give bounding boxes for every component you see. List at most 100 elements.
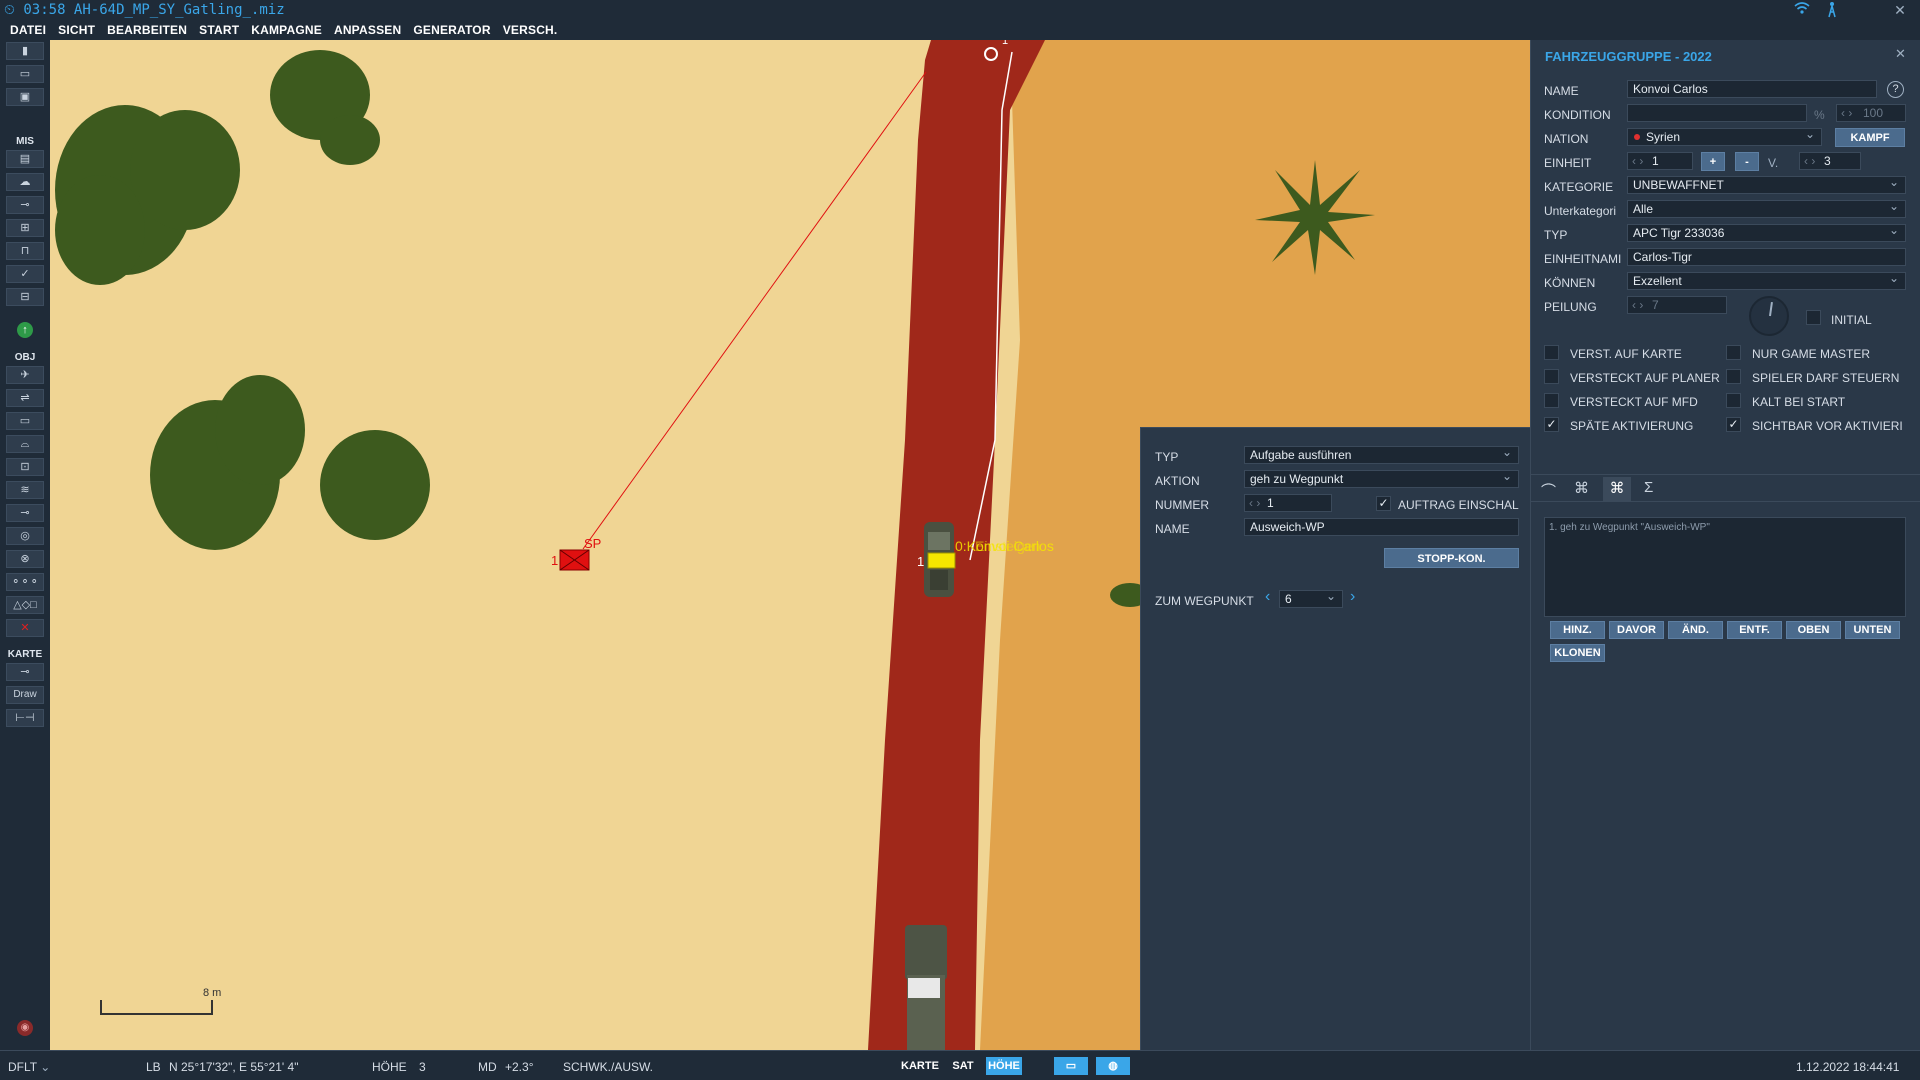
- group-zones-icon[interactable]: ⚬⚬⚬: [6, 573, 44, 591]
- save-icon[interactable]: ▣: [6, 88, 44, 106]
- panel-close-icon[interactable]: ✕: [1895, 46, 1906, 62]
- menu-start[interactable]: START: [193, 20, 245, 40]
- remove-unit-button[interactable]: -: [1735, 152, 1759, 171]
- record-icon[interactable]: ◉: [17, 1020, 33, 1036]
- globe-icon[interactable]: ◍: [1096, 1057, 1130, 1075]
- menu-anpassen[interactable]: ANPASSEN: [328, 20, 407, 40]
- task-name-input[interactable]: Ausweich-WP: [1244, 518, 1519, 536]
- spaete-aktivierung-checkbox[interactable]: ✓: [1544, 417, 1559, 432]
- ground-unit-icon[interactable]: ▭: [6, 412, 44, 430]
- stopp-kon-button[interactable]: STOPP-KON.: [1384, 548, 1519, 568]
- peilung-stepper[interactable]: ‹ › 7: [1627, 296, 1727, 314]
- menu-generator[interactable]: GENERATOR: [407, 20, 496, 40]
- menu-kampagne[interactable]: KAMPAGNE: [245, 20, 328, 40]
- new-file-icon[interactable]: ▮: [6, 42, 44, 60]
- menu-bearbeiten[interactable]: BEARBEITEN: [101, 20, 193, 40]
- heading-dial[interactable]: [1749, 296, 1789, 336]
- einheit-stepper[interactable]: ‹ › 1: [1627, 152, 1693, 170]
- helicopter-icon[interactable]: ⇌: [6, 389, 44, 407]
- verst-karte-checkbox[interactable]: [1544, 345, 1559, 360]
- briefing-icon[interactable]: ▤: [6, 150, 44, 168]
- target-icon[interactable]: ⊞: [6, 219, 44, 237]
- klonen-button[interactable]: KLONEN: [1550, 644, 1605, 662]
- wp-prev-icon[interactable]: ‹: [1265, 588, 1270, 606]
- antenna-icon[interactable]: [1820, 0, 1844, 20]
- aend-button[interactable]: ÄND.: [1668, 621, 1723, 639]
- unterkategorie-select[interactable]: Alle: [1627, 200, 1906, 218]
- tasks-tab-icon[interactable]: ⌘: [1603, 477, 1631, 501]
- stepper-arrows-icon[interactable]: ‹ ›: [1632, 153, 1643, 169]
- delete-icon[interactable]: ✕: [6, 619, 44, 637]
- stepper-arrows-icon[interactable]: ‹ ›: [1249, 495, 1260, 511]
- trigger-tab-icon[interactable]: ⌘: [1574, 479, 1589, 497]
- kondition-stepper[interactable]: ‹ › 100: [1836, 104, 1906, 122]
- unit-filter-icon[interactable]: ▭: [1054, 1057, 1088, 1075]
- shapes-icon[interactable]: △◇□: [6, 596, 44, 614]
- profile-select[interactable]: DFLT ⌄: [8, 1060, 50, 1074]
- airplane-icon[interactable]: ✈: [6, 366, 44, 384]
- task-typ-select[interactable]: Aufgabe ausführen: [1244, 446, 1519, 464]
- versteckt-mfd-checkbox[interactable]: [1544, 393, 1559, 408]
- initial-checkbox[interactable]: [1806, 310, 1821, 325]
- task-list-item[interactable]: 1. geh zu Wegpunkt "Ausweich-WP": [1545, 518, 1905, 537]
- typ-select[interactable]: APC Tigr 233036: [1627, 224, 1906, 242]
- map-hoehe-button[interactable]: HÖHE: [986, 1057, 1022, 1075]
- flight-plan-icon[interactable]: ⊸: [6, 196, 44, 214]
- menu-versch[interactable]: VERSCH.: [497, 20, 564, 40]
- draw-button[interactable]: Draw: [6, 686, 44, 704]
- unten-button[interactable]: UNTEN: [1845, 621, 1900, 639]
- menu-datei[interactable]: DATEI: [4, 20, 52, 40]
- von-stepper[interactable]: ‹ › 3: [1799, 152, 1861, 170]
- task-nummer-stepper[interactable]: ‹ › 1: [1244, 494, 1332, 512]
- triggers-icon[interactable]: ⊓: [6, 242, 44, 260]
- circle-zone-icon[interactable]: ◎: [6, 527, 44, 545]
- zum-wp-select[interactable]: 6: [1279, 590, 1343, 608]
- wp-next-icon[interactable]: ›: [1350, 588, 1355, 606]
- kondition-input[interactable]: [1627, 104, 1807, 122]
- sichtbar-vor-checkbox[interactable]: ✓: [1726, 417, 1741, 432]
- help-icon[interactable]: ?: [1887, 81, 1904, 98]
- task-aktion-select[interactable]: geh zu Wegpunkt: [1244, 470, 1519, 488]
- nur-game-master-checkbox[interactable]: [1726, 345, 1741, 360]
- stepper-arrows-icon[interactable]: ‹ ›: [1804, 153, 1815, 169]
- measure-icon[interactable]: ⊸: [6, 663, 44, 681]
- add-unit-button[interactable]: +: [1701, 152, 1725, 171]
- entf-button[interactable]: ENTF.: [1727, 621, 1782, 639]
- map-sat-button[interactable]: SAT: [946, 1057, 980, 1075]
- close-icon[interactable]: ✕: [1888, 0, 1912, 20]
- stepper-arrows-icon[interactable]: ‹ ›: [1841, 105, 1852, 121]
- check-icon[interactable]: ✓: [6, 265, 44, 283]
- koennen-select[interactable]: Exzellent: [1627, 272, 1906, 290]
- static-object-icon[interactable]: ⊡: [6, 458, 44, 476]
- waypoint-icon[interactable]: ⊸: [6, 504, 44, 522]
- menu-bar: DATEI SICHT BEARBEITEN START KAMPAGNE AN…: [0, 20, 1920, 40]
- spieler-steuern-checkbox[interactable]: [1726, 369, 1741, 384]
- arrow-up-icon[interactable]: ↑: [17, 322, 33, 338]
- weather-icon[interactable]: ☁: [6, 173, 44, 191]
- hinz-button[interactable]: HINZ.: [1550, 621, 1605, 639]
- kategorie-select[interactable]: UNBEWAFFNET: [1627, 176, 1906, 194]
- menu-sicht[interactable]: SICHT: [52, 20, 101, 40]
- versteckt-planer-checkbox[interactable]: [1544, 369, 1559, 384]
- nation-select[interactable]: Syrien: [1627, 128, 1822, 146]
- zones-icon[interactable]: ⊟: [6, 288, 44, 306]
- ship-icon[interactable]: ⌓: [6, 435, 44, 453]
- ruler-icon[interactable]: ⊢⊣: [6, 709, 44, 727]
- group-name-input[interactable]: Konvoi Carlos: [1627, 80, 1877, 98]
- map-karte-button[interactable]: KARTE: [900, 1057, 940, 1075]
- target-zone-icon[interactable]: ⊗: [6, 550, 44, 568]
- template-icon[interactable]: ≋: [6, 481, 44, 499]
- open-folder-icon[interactable]: ▭: [6, 65, 44, 83]
- kalt-start-checkbox[interactable]: [1726, 393, 1741, 408]
- sum-tab-icon[interactable]: Σ: [1644, 479, 1653, 496]
- unit-label-overlap: Einsteigen: [975, 538, 1040, 554]
- auftrag-checkbox[interactable]: ✓: [1376, 496, 1391, 511]
- einheitname-input[interactable]: Carlos-Tigr: [1627, 248, 1906, 266]
- oben-button[interactable]: OBEN: [1786, 621, 1841, 639]
- kampf-button[interactable]: KAMPF: [1835, 128, 1905, 147]
- zum-wp-label: ZUM WEGPUNKT: [1155, 594, 1254, 608]
- davor-button[interactable]: DAVOR: [1609, 621, 1664, 639]
- stepper-arrows-icon[interactable]: ‹ ›: [1632, 297, 1643, 313]
- route-tab-icon[interactable]: ⌒: [1541, 480, 1556, 501]
- wifi-icon[interactable]: [1790, 0, 1814, 20]
